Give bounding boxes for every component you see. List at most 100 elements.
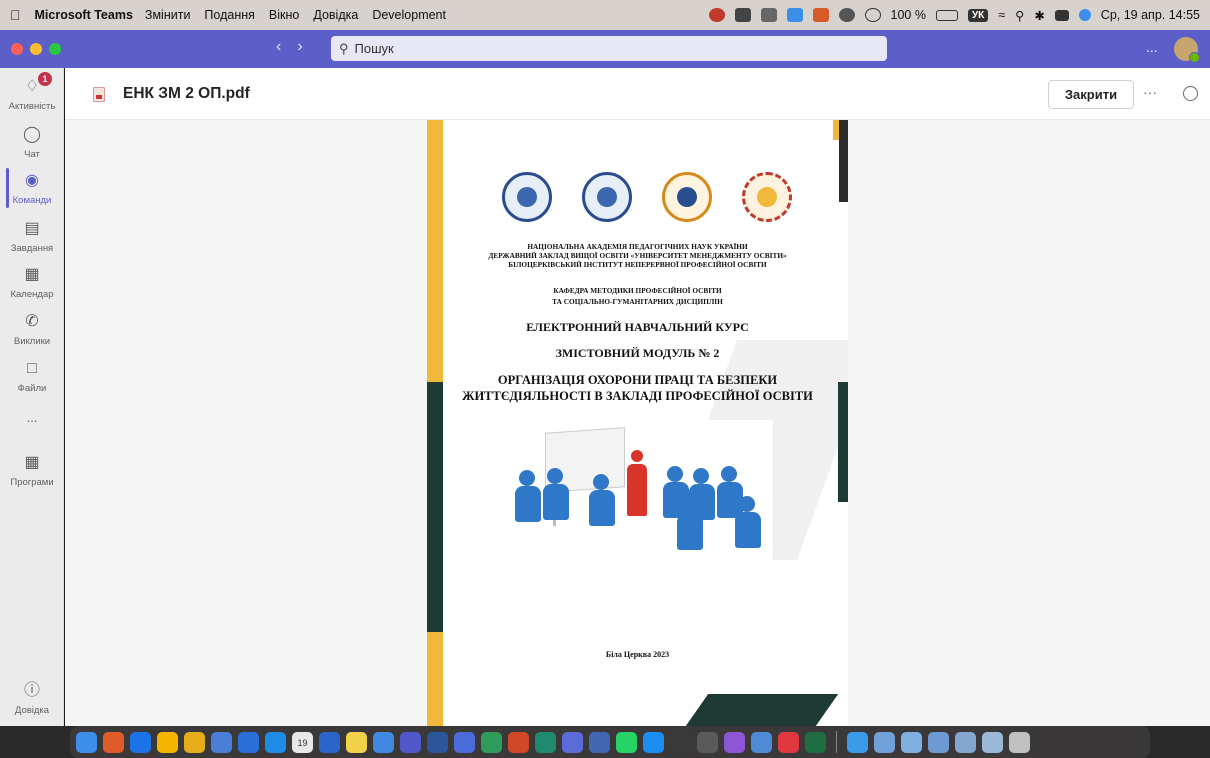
bluetooth-icon[interactable]: ✱ (1034, 8, 1044, 23)
vpn-icon[interactable] (760, 8, 777, 22)
user-avatar[interactable] (1172, 35, 1200, 63)
dock-app-icon[interactable] (847, 731, 868, 753)
dock-app-icon[interactable] (901, 731, 922, 753)
search-icon[interactable]: ⚲ (1015, 8, 1024, 23)
dock-app-icon[interactable] (211, 731, 232, 753)
battery-icon[interactable] (935, 9, 958, 21)
shield-icon[interactable] (734, 8, 751, 22)
settings-more-button[interactable]: ... (1146, 39, 1158, 55)
dock-app-icon[interactable] (697, 731, 718, 753)
dock-app-icon[interactable] (319, 731, 340, 753)
cloud-icon[interactable] (838, 8, 855, 22)
dock-app-icon[interactable] (928, 731, 949, 753)
utility-icon[interactable] (786, 8, 803, 22)
student-figure (543, 484, 569, 520)
menu-item-edit[interactable]: Змінити (145, 8, 191, 22)
rail-item-calendar[interactable]: ▦ Календар (0, 264, 64, 300)
window-zoom-icon[interactable] (49, 43, 61, 55)
status-app-icon[interactable] (708, 8, 725, 22)
dock-app-icon[interactable] (616, 731, 637, 753)
search-input[interactable]: ⚲ Пошук (331, 36, 887, 61)
dock-app-icon[interactable] (805, 731, 826, 753)
student-figure (589, 490, 615, 526)
phone-icon: ✆ (25, 313, 39, 330)
menu-item-development[interactable]: Development (372, 8, 446, 22)
rail-item-more[interactable]: ... (0, 410, 64, 425)
dock-app-icon[interactable] (373, 731, 394, 753)
dock-app-icon[interactable] (778, 731, 799, 753)
rail-label-chat: Чат (24, 149, 40, 160)
window-close-icon[interactable] (11, 43, 23, 55)
window-controls (11, 43, 61, 55)
menu-item-help[interactable]: Довідка (313, 8, 358, 22)
academy-logo (502, 172, 552, 222)
tool-icon[interactable] (812, 8, 829, 22)
student-figure (677, 514, 703, 550)
forward-arrow-icon[interactable]: › (297, 38, 302, 56)
menu-clock[interactable]: Ср, 19 апр. 14:55 (1101, 8, 1200, 22)
dock-app-icon[interactable] (103, 731, 124, 753)
dock-app-icon[interactable] (76, 731, 97, 753)
classroom-illustration (507, 420, 773, 580)
dock-app-icon[interactable] (562, 731, 583, 753)
dept-line-2: ТА СОЦІАЛЬНО-ГУМАНІТАРНИХ ДИСЦИПЛІН (552, 297, 723, 306)
close-button[interactable]: Закрити (1048, 80, 1134, 109)
dock-app-icon[interactable] (874, 731, 895, 753)
back-arrow-icon[interactable]: ‹ (276, 38, 281, 56)
rail-label-assignments: Завдання (10, 243, 54, 254)
play-icon[interactable] (864, 8, 881, 22)
rail-item-teams[interactable]: ◉ Команди (0, 168, 64, 208)
calendar-dock-icon[interactable]: 19 (292, 731, 313, 753)
doc-title-line-2: ЖИТТЄДІЯЛЬНОСТІ В ЗАКЛАДІ ПРОФЕСІЙНОЇ ОС… (462, 389, 813, 403)
help-icon: ⓘ (23, 682, 40, 699)
teams-title-bar: ‹ › ⚲ Пошук ... (0, 30, 1210, 68)
org-line-2: ДЕРЖАВНИЙ ЗАКЛАД ВИЩОЇ ОСВІТИ «УНІВЕРСИТ… (488, 251, 787, 260)
rail-item-help[interactable]: ⓘ Довідка (0, 680, 64, 716)
dock-app-icon[interactable] (184, 731, 205, 753)
screen:  Microsoft Teams Змінити Подання Вікно … (0, 0, 1210, 758)
dock-app-icon[interactable] (643, 731, 664, 753)
dock-app-icon[interactable] (265, 731, 286, 753)
rail-item-activity[interactable]: ♢ 1 Активність (0, 72, 64, 112)
dock-app-icon[interactable] (157, 731, 178, 753)
rail-item-files[interactable]: □ Файли (0, 358, 64, 394)
dock-app-icon[interactable] (535, 731, 556, 753)
dock-app-icon[interactable] (508, 731, 529, 753)
pdf-viewer[interactable]: НАЦІОНАЛЬНА АКАДЕМІЯ ПЕДАГОГІЧНИХ НАУК У… (65, 120, 1210, 726)
input-language-badge[interactable]: УК (967, 8, 989, 22)
dock-app-icon[interactable] (400, 731, 421, 753)
file-header: ЕНК ЗМ 2 ОП.pdf Закрити ··· (65, 68, 1210, 120)
window-minimize-icon[interactable] (30, 43, 42, 55)
rail-label-calendar: Календар (10, 289, 54, 300)
rail-item-chat[interactable]: ◯ Чат (0, 124, 64, 160)
dock-app-icon[interactable] (454, 731, 475, 753)
dock-app-icon[interactable] (130, 731, 151, 753)
dock-app-icon[interactable] (955, 731, 976, 753)
menu-item-view[interactable]: Подання (204, 8, 254, 22)
apple-icon[interactable]:  (10, 7, 21, 23)
dock-app-icon[interactable] (427, 731, 448, 753)
rail-item-assignments[interactable]: ▤ Завдання (0, 218, 64, 254)
more-options-icon[interactable]: ··· (1143, 84, 1157, 100)
dock-app-icon[interactable] (982, 731, 1003, 753)
menu-app-name[interactable]: Microsoft Teams (35, 8, 133, 22)
student-figure (721, 466, 737, 482)
dock-app-icon[interactable] (670, 731, 691, 753)
dock-app-icon[interactable] (589, 731, 610, 753)
menu-item-window[interactable]: Вікно (269, 8, 299, 22)
student-figure (547, 468, 563, 484)
wifi-icon[interactable]: ≈ (998, 8, 1005, 22)
dock-app-icon[interactable] (238, 731, 259, 753)
trash-icon[interactable] (1009, 731, 1030, 753)
dock-app-icon[interactable] (481, 731, 502, 753)
control-center-icon[interactable] (1054, 9, 1069, 21)
rail-item-calls[interactable]: ✆ Виклики (0, 311, 64, 347)
dock-app-icon[interactable] (346, 731, 367, 753)
rail-item-apps[interactable]: ▦ Програми (0, 452, 64, 488)
dock-app-icon[interactable] (751, 731, 772, 753)
conversation-icon[interactable] (1183, 86, 1198, 101)
dock-separator (836, 731, 837, 753)
student-figure (593, 474, 609, 490)
dock-app-icon[interactable] (724, 731, 745, 753)
siri-icon[interactable] (1078, 9, 1091, 21)
